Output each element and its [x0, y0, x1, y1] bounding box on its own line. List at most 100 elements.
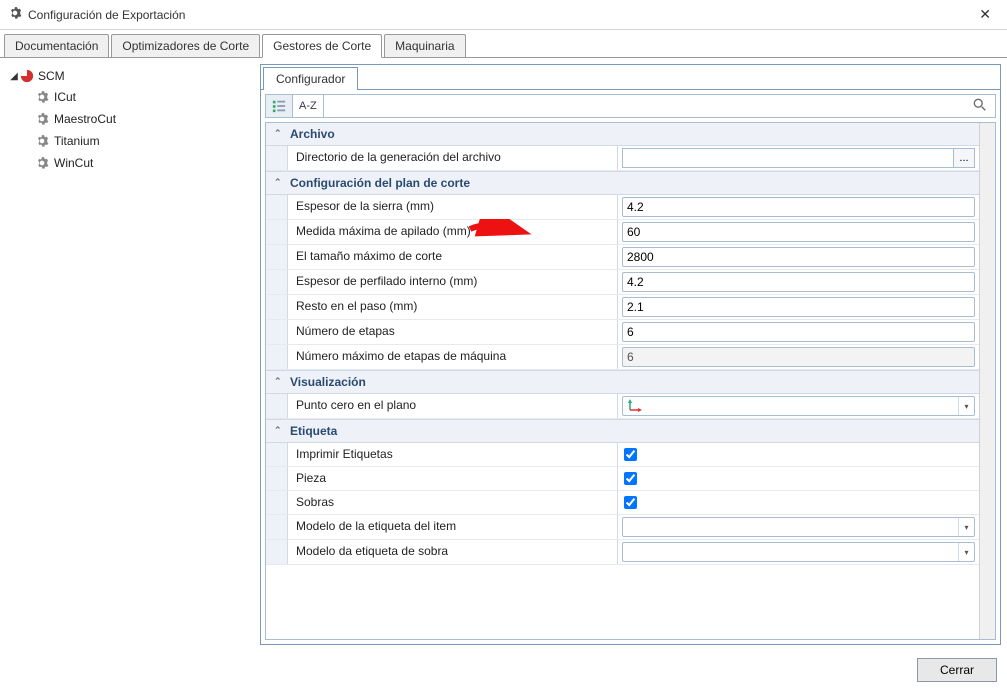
dropdown-value [623, 543, 958, 561]
tab-maquinaria[interactable]: Maquinaria [384, 34, 465, 57]
text-field[interactable] [622, 247, 975, 267]
gear-icon [34, 89, 50, 105]
chevron-down-icon[interactable]: ▾ [958, 518, 974, 536]
chevron-up-icon: ⌃ [274, 425, 282, 436]
row-gutter [266, 245, 288, 269]
row-gutter [266, 443, 288, 466]
property-value [618, 220, 979, 244]
property-label: Medida máxima de apilado (mm) [288, 220, 618, 244]
tree-item-label: ICut [54, 90, 76, 104]
property-value [618, 195, 979, 219]
close-icon[interactable]: ✕ [971, 2, 999, 27]
category-header[interactable]: ⌃Etiqueta [266, 419, 979, 443]
property-value [618, 491, 979, 514]
alphabetical-button[interactable]: A-Z [293, 95, 324, 117]
path-field[interactable] [622, 148, 954, 168]
tree-item-icut[interactable]: ICut [32, 86, 254, 108]
property-label: Espesor de perfilado interno (mm) [288, 270, 618, 294]
right-pane-inner: Configurador A-Z ⌃ Archivo Directorio de l… [260, 64, 1001, 645]
row-gutter [266, 220, 288, 244]
main-tabs: Documentación Optimizadores de Corte Ges… [0, 30, 1007, 58]
chevron-down-icon[interactable]: ▾ [958, 543, 974, 561]
dropdown-value [623, 518, 958, 536]
gear-icon [34, 155, 50, 171]
category-title: Archivo [290, 127, 335, 141]
window-title: Configuración de Exportación [28, 8, 971, 22]
property-label: Espesor de la sierra (mm) [288, 195, 618, 219]
property-value [618, 345, 979, 369]
text-field[interactable] [622, 297, 975, 317]
categorized-button[interactable] [266, 95, 293, 117]
chevron-up-icon: ⌃ [274, 376, 282, 387]
tab-gestores[interactable]: Gestores de Corte [262, 34, 382, 58]
gear-icon [34, 133, 50, 149]
tab-documentacion[interactable]: Documentación [4, 34, 109, 57]
category-header[interactable]: ⌃ Visualización [266, 370, 979, 394]
property-row: Espesor de la sierra (mm) [266, 195, 979, 220]
property-value: ▾ [618, 540, 979, 564]
row-gutter [266, 195, 288, 219]
tree-item-wincut[interactable]: WinCut [32, 152, 254, 174]
footer: Cerrar [0, 651, 1007, 689]
origin-icon [627, 399, 643, 413]
row-gutter [266, 270, 288, 294]
property-label: Sobras [288, 491, 618, 514]
tree-item-label: MaestroCut [54, 112, 116, 126]
propgrid-toolbar: A-Z [265, 94, 996, 118]
property-row: Pieza [266, 467, 979, 491]
dropdown[interactable]: ▾ [622, 517, 975, 537]
property-value [618, 320, 979, 344]
property-value: ... [618, 146, 979, 170]
content: ◢ SCM ICut MaestroCut [0, 58, 1007, 651]
text-field[interactable] [622, 322, 975, 342]
gear-icon [8, 6, 22, 23]
property-row: Espesor de perfilado interno (mm) [266, 270, 979, 295]
tree-root-scm[interactable]: ◢ SCM [6, 66, 254, 86]
chevron-down-icon[interactable]: ▾ [958, 397, 974, 415]
property-label: Directorio de la generación del archivo [288, 146, 618, 170]
dropdown[interactable]: ▾ [622, 396, 975, 416]
tab-optimizadores[interactable]: Optimizadores de Corte [111, 34, 260, 57]
row-gutter [266, 540, 288, 564]
dropdown[interactable]: ▾ [622, 542, 975, 562]
property-row: Número de etapas [266, 320, 979, 345]
property-row: Modelo de la etiqueta del item▾ [266, 515, 979, 540]
row-gutter [266, 467, 288, 490]
chevron-up-icon: ⌃ [274, 128, 282, 139]
property-row: El tamaño máximo de corte [266, 245, 979, 270]
search-icon[interactable] [965, 98, 995, 115]
tree-item-maestrocut[interactable]: MaestroCut [32, 108, 254, 130]
property-label: Número máximo de etapas de máquina [288, 345, 618, 369]
scrollbar[interactable] [979, 123, 995, 639]
text-field[interactable] [622, 222, 975, 242]
category-header[interactable]: ⌃Configuración del plan de corte [266, 171, 979, 195]
property-row: Imprimir Etiquetas [266, 443, 979, 467]
checkbox[interactable] [624, 448, 637, 461]
sub-tabs: Configurador [261, 65, 1000, 90]
text-field[interactable] [622, 197, 975, 217]
right-pane: Configurador A-Z ⌃ Archivo Directorio de l… [260, 58, 1007, 651]
property-value [618, 443, 979, 466]
row-gutter [266, 491, 288, 514]
property-row: Resto en el paso (mm) [266, 295, 979, 320]
category-header[interactable]: ⌃ Archivo [266, 123, 979, 146]
property-value [618, 467, 979, 490]
property-value: ▾ [618, 515, 979, 539]
subtab-configurador[interactable]: Configurador [263, 67, 358, 90]
browse-button[interactable]: ... [953, 148, 975, 168]
close-button[interactable]: Cerrar [917, 658, 997, 682]
text-field[interactable] [622, 272, 975, 292]
row-gutter [266, 345, 288, 369]
search-input[interactable] [324, 95, 965, 117]
tree-item-label: WinCut [54, 156, 93, 170]
checkbox[interactable] [624, 472, 637, 485]
property-grid: ⌃ Archivo Directorio de la generación del … [265, 122, 996, 640]
checkbox[interactable] [624, 496, 637, 509]
property-label: Pieza [288, 467, 618, 490]
property-row: Punto cero en el plano▾ [266, 394, 979, 419]
scm-logo-icon [20, 69, 34, 83]
tree-item-titanium[interactable]: Titanium [32, 130, 254, 152]
category-title: Visualización [290, 375, 366, 389]
property-label: Imprimir Etiquetas [288, 443, 618, 466]
property-value [618, 295, 979, 319]
